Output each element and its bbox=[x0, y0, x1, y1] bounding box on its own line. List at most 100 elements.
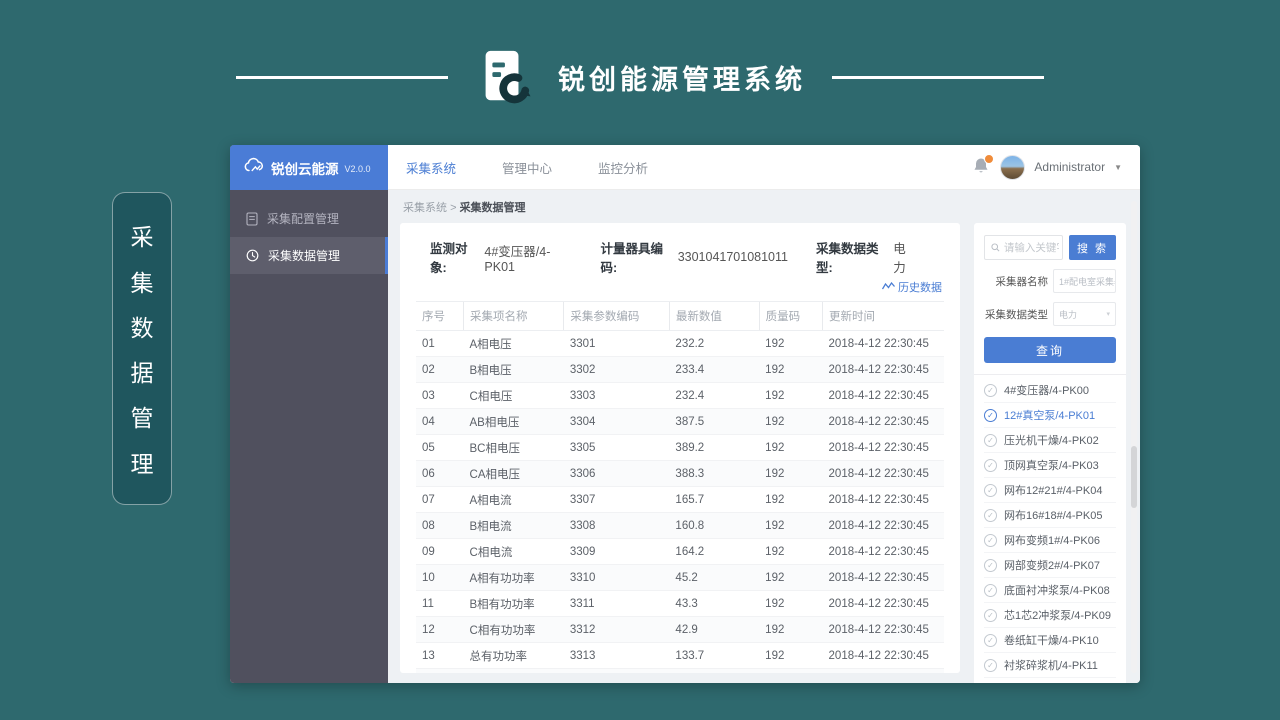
datatype-select[interactable]: 电力 ▾ bbox=[1053, 302, 1116, 326]
cell-item-name: C相有功功率 bbox=[464, 617, 564, 643]
check-circle-icon: ✓ bbox=[984, 484, 997, 497]
data-type-label: 采集数据类型: bbox=[816, 238, 888, 276]
device-list-item[interactable]: ✓ 网布12#21#/4-PK04 bbox=[984, 478, 1116, 503]
col-update-time: 更新时间 bbox=[823, 302, 944, 331]
device-label: 4#变压器/4-PK00 bbox=[1004, 382, 1089, 398]
notification-badge bbox=[984, 154, 994, 164]
col-item-name: 采集项名称 bbox=[464, 302, 564, 331]
device-label: 衬浆碎浆机/4-PK11 bbox=[1004, 657, 1098, 673]
check-circle-icon: ✓ bbox=[984, 409, 997, 422]
banner-title: 锐创能源管理系统 bbox=[558, 58, 806, 97]
history-row: 历史数据 bbox=[416, 278, 942, 296]
cell-update-time: 2018-4-12 22:30:45 bbox=[823, 513, 944, 539]
device-list-item[interactable]: ✓ 压光机干燥/4-PK02 bbox=[984, 428, 1116, 453]
device-label: 压光机干燥/4-PK02 bbox=[1004, 432, 1099, 448]
cell-latest-value: 233.4 bbox=[669, 357, 759, 383]
cell-param-code: 3303 bbox=[564, 383, 670, 409]
data-panel: 监测对象: 4#变压器/4-PK01 计量器具编码: 3301041701081… bbox=[400, 223, 960, 673]
table-row: 01 A相电压 3301 232.2 192 2018-4-12 22:30:4… bbox=[416, 331, 944, 357]
filter-panel: 搜 索 采集器名称 1#配电室采集器 ▾ 采集数据类型 bbox=[974, 223, 1126, 683]
user-avatar[interactable] bbox=[1000, 155, 1025, 180]
notification-bell-icon[interactable] bbox=[973, 157, 991, 177]
breadcrumb: 采集系统 > 采集数据管理 bbox=[403, 199, 1126, 215]
table-row: 04 AB相电压 3304 387.5 192 2018-4-12 22:30:… bbox=[416, 409, 944, 435]
nav-tab-collect-system[interactable]: 采集系统 bbox=[406, 158, 456, 177]
cell-param-code: 3305 bbox=[564, 435, 670, 461]
check-circle-icon: ✓ bbox=[984, 634, 997, 647]
device-list-item[interactable]: ✓ 顶网真空泵/4-PK03 bbox=[984, 453, 1116, 478]
device-list-item[interactable]: ✓ 12#真空泵/4-PK01 bbox=[984, 403, 1116, 428]
table-header: 序号 采集项名称 采集参数编码 最新数值 质量码 更新时间 bbox=[416, 302, 944, 331]
cell-latest-value: 388.3 bbox=[669, 461, 759, 487]
search-box bbox=[984, 235, 1063, 260]
cell-latest-value: 387.5 bbox=[669, 409, 759, 435]
cell-update-time: 2018-4-12 22:30:45 bbox=[823, 383, 944, 409]
device-list-item[interactable]: ✓ 芯1芯2冲浆泵/4-PK09 bbox=[984, 603, 1116, 628]
cell-seq: 07 bbox=[416, 487, 464, 513]
query-button[interactable]: 查询 bbox=[984, 337, 1116, 363]
sidebar-item-collect-data[interactable]: 采集数据管理 bbox=[230, 237, 388, 274]
table-row: 11 B相有功功率 3311 43.3 192 2018-4-12 22:30:… bbox=[416, 591, 944, 617]
table-row: 12 C相有功功率 3312 42.9 192 2018-4-12 22:30:… bbox=[416, 617, 944, 643]
cell-seq: 02 bbox=[416, 357, 464, 383]
search-button[interactable]: 搜 索 bbox=[1069, 235, 1116, 260]
cell-quality-code: 192 bbox=[759, 435, 822, 461]
device-list-item[interactable]: ✓ 卷纸缸干燥/4-PK10 bbox=[984, 628, 1116, 653]
primary-nav: 采集系统 管理中心 监控分析 bbox=[406, 158, 648, 177]
device-list-item[interactable]: ✓ 网部变频2#/4-PK07 bbox=[984, 553, 1116, 578]
side-tag-char: 数 bbox=[131, 309, 154, 343]
table-row: 05 BC相电压 3305 389.2 192 2018-4-12 22:30:… bbox=[416, 435, 944, 461]
cell-param-code: 3306 bbox=[564, 461, 670, 487]
sidebar-item-label: 采集配置管理 bbox=[267, 210, 339, 227]
search-icon bbox=[991, 242, 1000, 253]
device-list-item[interactable]: ✓ 网布变频1#/4-PK06 bbox=[984, 528, 1116, 553]
user-name[interactable]: Administrator bbox=[1034, 160, 1105, 174]
device-label: 网布变频1#/4-PK06 bbox=[1004, 532, 1100, 548]
nav-tab-manage-center[interactable]: 管理中心 bbox=[502, 158, 552, 177]
search-input[interactable] bbox=[1004, 242, 1059, 254]
top-navigation-bar: 采集系统 管理中心 监控分析 Administrator ▼ bbox=[388, 145, 1140, 190]
cell-param-code: 3302 bbox=[564, 357, 670, 383]
cell-quality-code: 192 bbox=[759, 331, 822, 357]
cell-seq: 14 bbox=[416, 669, 464, 674]
device-list-item[interactable]: ✓ 底面衬冲浆泵/4-PK08 bbox=[984, 578, 1116, 603]
cell-seq: 03 bbox=[416, 383, 464, 409]
cell-quality-code: 192 bbox=[759, 643, 822, 669]
cell-quality-code: 192 bbox=[759, 357, 822, 383]
data-type-value: 电力 bbox=[893, 238, 916, 276]
check-circle-icon: ✓ bbox=[984, 534, 997, 547]
collector-select[interactable]: 1#配电室采集器 ▾ bbox=[1053, 269, 1116, 293]
collector-label: 采集器名称 bbox=[984, 274, 1048, 289]
cell-update-time: 2018-4-12 22:30:45 bbox=[823, 539, 944, 565]
meter-code-label: 计量器具编码: bbox=[600, 238, 672, 276]
app-window: 锐创云能源 V2.0.0 采集配置管理 采集 bbox=[230, 145, 1140, 683]
cell-seq: 06 bbox=[416, 461, 464, 487]
table-body: 01 A相电压 3301 232.2 192 2018-4-12 22:30:4… bbox=[416, 331, 944, 674]
device-label: 底面衬冲浆泵/4-PK08 bbox=[1004, 582, 1110, 598]
cell-quality-code: 192 bbox=[759, 539, 822, 565]
sidebar-item-collect-config[interactable]: 采集配置管理 bbox=[230, 200, 388, 237]
history-data-link[interactable]: 历史数据 bbox=[882, 279, 942, 295]
breadcrumb-separator: > bbox=[450, 202, 456, 214]
cell-param-code: 3309 bbox=[564, 539, 670, 565]
device-list-item[interactable]: ✓ 网布16#18#/4-PK05 bbox=[984, 503, 1116, 528]
device-list-item[interactable]: ✓ 衬浆碎浆机/4-PK11 bbox=[984, 653, 1116, 678]
cell-param-code: 3313 bbox=[564, 643, 670, 669]
cell-item-name: AB相电压 bbox=[464, 409, 564, 435]
monitor-object-value: 4#变压器/4-PK01 bbox=[484, 241, 572, 274]
device-label: 网部变频2#/4-PK07 bbox=[1004, 557, 1100, 573]
chevron-down-icon[interactable]: ▼ bbox=[1114, 163, 1122, 172]
table-row: 03 C相电压 3303 232.4 192 2018-4-12 22:30:4… bbox=[416, 383, 944, 409]
device-label: 网布12#21#/4-PK04 bbox=[1004, 482, 1102, 498]
device-list-item[interactable]: ✓ 4#变压器/4-PK00 bbox=[984, 378, 1116, 403]
cell-item-name: 总有功功率 bbox=[464, 643, 564, 669]
table-row: 10 A相有功功率 3310 45.2 192 2018-4-12 22:30:… bbox=[416, 565, 944, 591]
cell-update-time: 2018-4-12 22:30:45 bbox=[823, 357, 944, 383]
scrollbar-thumb[interactable] bbox=[1131, 446, 1137, 508]
breadcrumb-parent[interactable]: 采集系统 bbox=[403, 202, 447, 214]
search-row: 搜 索 bbox=[984, 235, 1116, 260]
cell-seq: 01 bbox=[416, 331, 464, 357]
cell-quality-code: 192 bbox=[759, 565, 822, 591]
scrollbar-track[interactable] bbox=[1131, 201, 1137, 673]
nav-tab-monitor-analysis[interactable]: 监控分析 bbox=[598, 158, 648, 177]
